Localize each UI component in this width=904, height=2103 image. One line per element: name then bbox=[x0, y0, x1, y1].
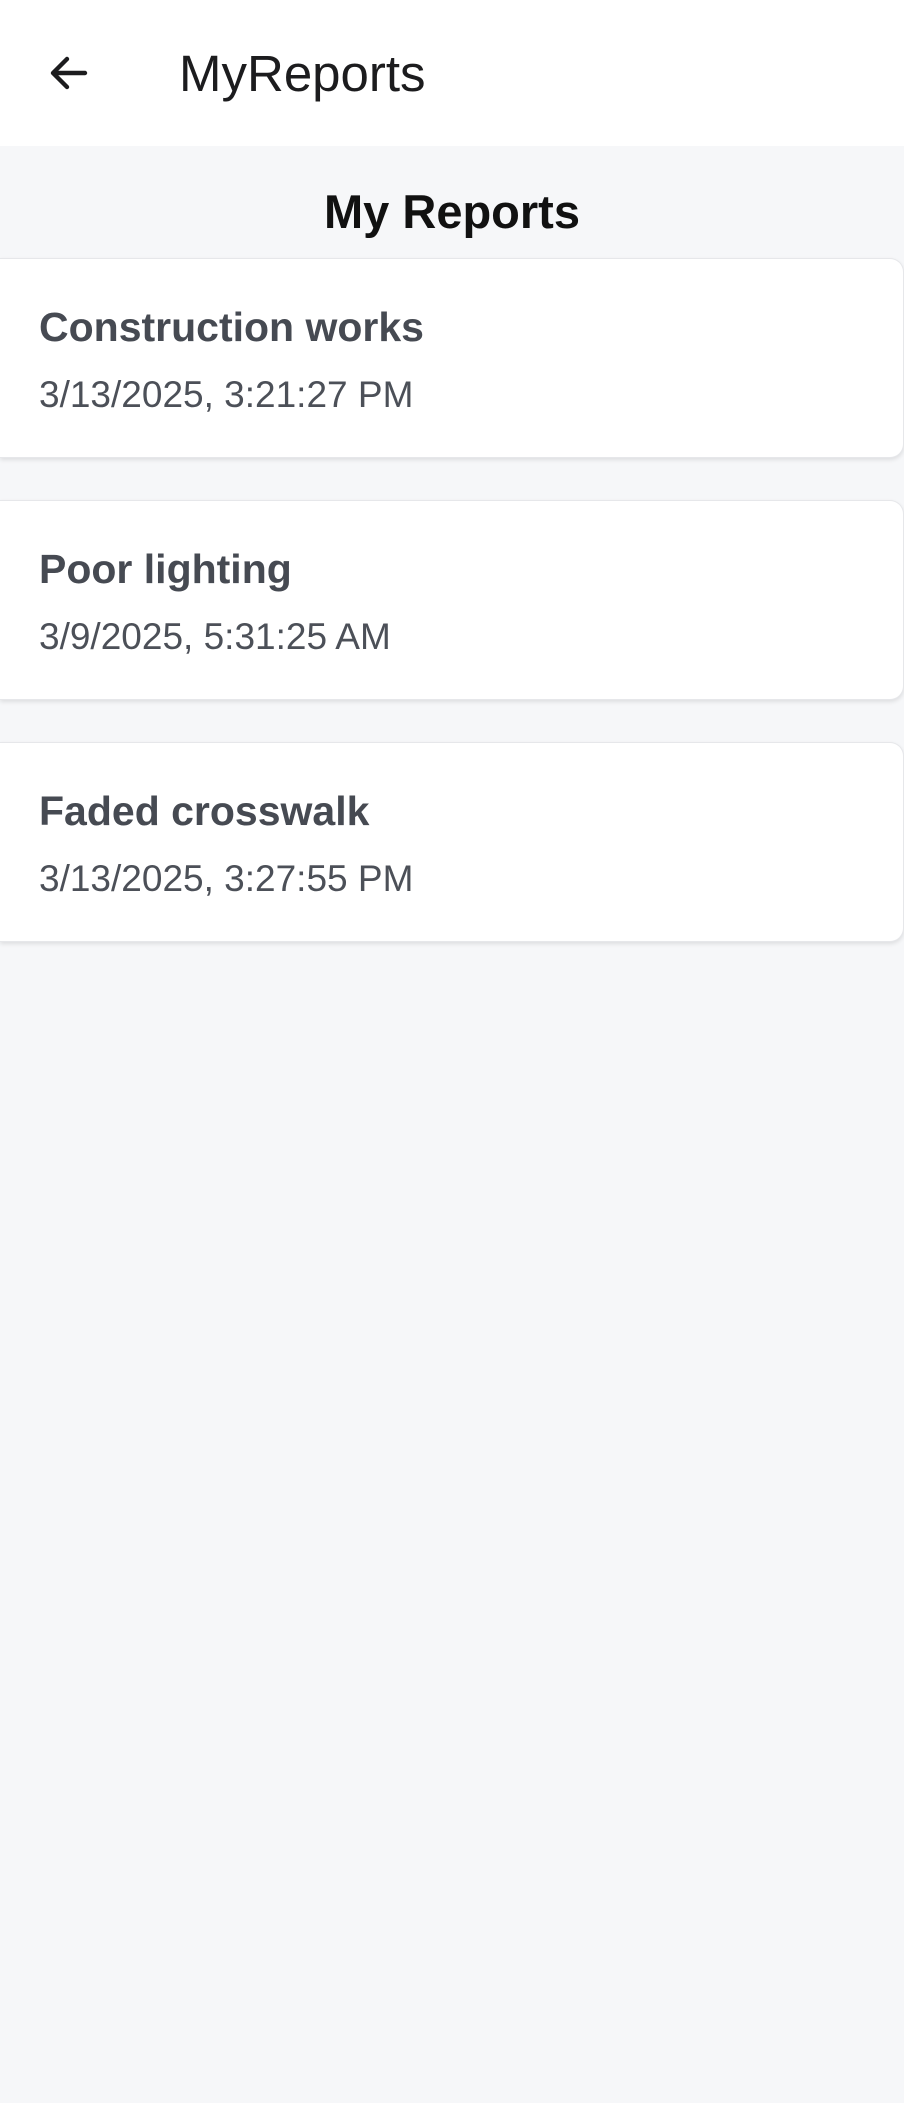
report-card[interactable]: Faded crosswalk 3/13/2025, 3:27:55 PM bbox=[0, 742, 904, 942]
app-bar: MyReports bbox=[0, 0, 904, 146]
report-card[interactable]: Poor lighting 3/9/2025, 5:31:25 AM bbox=[0, 500, 904, 700]
page-title: My Reports bbox=[324, 185, 580, 239]
app-title: MyReports bbox=[179, 45, 426, 102]
report-date: 3/13/2025, 3:27:55 PM bbox=[39, 858, 414, 899]
arrow-left-icon bbox=[45, 49, 93, 97]
report-title: Construction works bbox=[39, 304, 424, 350]
back-button[interactable] bbox=[28, 28, 110, 118]
report-card[interactable]: Construction works 3/13/2025, 3:21:27 PM bbox=[0, 258, 904, 458]
report-title: Poor lighting bbox=[39, 546, 292, 592]
report-date: 3/9/2025, 5:31:25 AM bbox=[39, 616, 391, 657]
report-title: Faded crosswalk bbox=[39, 788, 370, 834]
report-date: 3/13/2025, 3:21:27 PM bbox=[39, 374, 414, 415]
report-list: Construction works 3/13/2025, 3:21:27 PM… bbox=[0, 258, 904, 984]
